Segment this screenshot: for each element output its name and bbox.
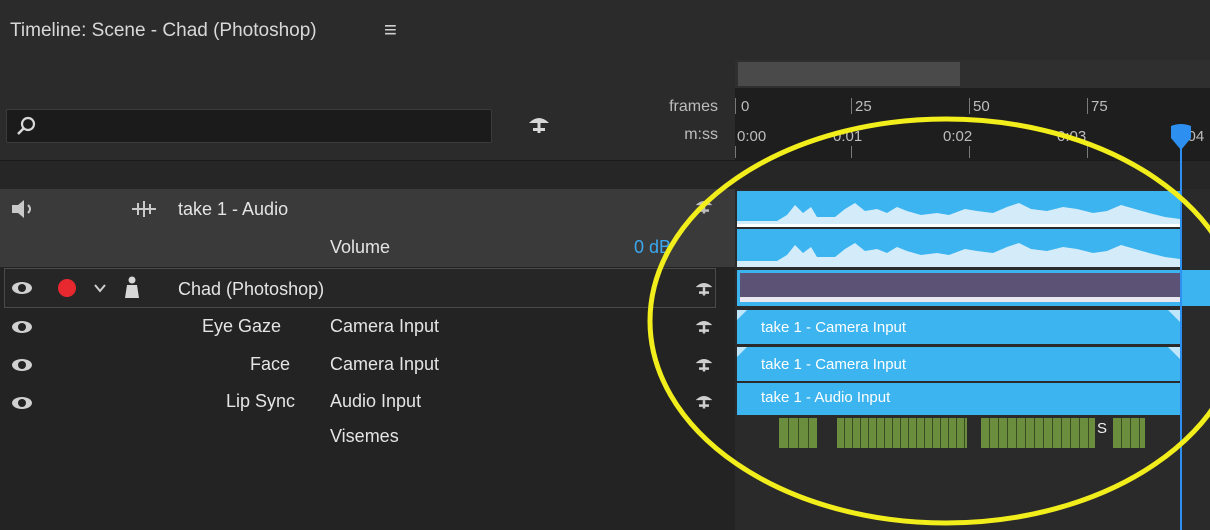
search-icon	[17, 116, 36, 135]
puppet-track-row[interactable]	[4, 268, 716, 308]
timeline-scrollbar-thumb[interactable]	[738, 62, 960, 86]
chevron-down-icon[interactable]	[92, 282, 108, 294]
search-input[interactable]	[6, 109, 492, 143]
frame-tick-line	[851, 98, 852, 114]
arm-icon[interactable]	[693, 278, 715, 298]
frame-tick-line	[1087, 98, 1088, 114]
clip-corner-right	[1168, 310, 1180, 322]
arm-icon[interactable]	[527, 112, 551, 136]
input-name-eye-gaze: Camera Input	[330, 316, 440, 336]
frame-tick-label: 50	[973, 98, 990, 115]
lip-sync-clip[interactable]: take 1 - Audio Input	[737, 383, 1180, 415]
visemes-track[interactable]: S	[735, 416, 1210, 450]
panel-menu-icon[interactable]: ≡	[384, 17, 397, 43]
viseme-letter: S	[1097, 420, 1108, 437]
audio-track-row[interactable]	[0, 189, 735, 227]
playhead-line[interactable]	[1180, 128, 1182, 530]
arm-icon[interactable]	[693, 196, 715, 216]
eye-icon[interactable]	[12, 321, 32, 333]
volume-label: Volume	[330, 237, 391, 257]
volume-clip[interactable]	[737, 229, 1180, 267]
input-name-lip-sync: Audio Input	[330, 391, 422, 411]
time-tick-label: 0:01	[833, 128, 863, 145]
eye-gaze-clip[interactable]: take 1 - Camera Input	[737, 310, 1180, 344]
viseme-block[interactable]	[837, 418, 967, 448]
behavior-name-eye-gaze: Eye Gaze	[202, 316, 282, 336]
frame-tick-label: 25	[855, 98, 872, 115]
audio-track-icon	[132, 201, 156, 217]
frames-label: frames	[669, 98, 718, 115]
arm-icon[interactable]	[693, 316, 715, 336]
playhead-handle[interactable]	[1170, 124, 1192, 152]
arm-icon[interactable]	[693, 391, 715, 411]
volume-value[interactable]: 0 dB	[634, 237, 671, 258]
audio-clip[interactable]	[737, 191, 1180, 227]
face-clip-label: take 1 - Camera Input	[761, 356, 907, 373]
arm-icon[interactable]	[693, 354, 715, 374]
time-tick-line	[851, 146, 852, 158]
frame-tick-label: 0	[741, 98, 750, 115]
audio-track-name: take 1 - Audio	[178, 199, 289, 219]
visemes-label: Visemes	[330, 426, 399, 446]
time-ruler[interactable]: 0 25 50 75 0:00 0:01 0:02 0:03 0:04	[735, 88, 1210, 160]
face-clip[interactable]: take 1 - Camera Input	[737, 347, 1180, 381]
panel-title: Timeline: Scene - Chad (Photoshop)	[10, 20, 317, 41]
clip-corner-left	[737, 310, 747, 320]
clip-corner-right	[1168, 347, 1180, 359]
behavior-name-lip-sync: Lip Sync	[226, 391, 296, 411]
time-tick-line	[1087, 146, 1088, 158]
time-tick-label: 0:03	[1057, 128, 1087, 145]
viseme-block[interactable]	[779, 418, 817, 448]
puppet-clip-underline	[740, 297, 1180, 302]
time-tick-line	[969, 146, 970, 158]
frame-tick-line	[969, 98, 970, 114]
timeline-spacer-row	[0, 160, 1210, 189]
time-tick-line	[735, 146, 736, 158]
eye-icon[interactable]	[12, 359, 32, 371]
volume-waveform	[737, 243, 1180, 267]
input-name-face: Camera Input	[330, 354, 440, 374]
time-tick-label: 0:00	[737, 128, 767, 145]
mss-label: m:ss	[684, 126, 718, 143]
puppet-icon	[125, 276, 139, 298]
frame-tick-label: 75	[1091, 98, 1108, 115]
viseme-block[interactable]	[1113, 418, 1145, 448]
puppet-clip-bar	[740, 273, 1180, 297]
viseme-block[interactable]	[981, 418, 1095, 448]
record-dot-icon[interactable]	[58, 279, 76, 297]
clip-corner-left	[737, 347, 747, 357]
eye-icon[interactable]	[12, 282, 32, 294]
puppet-name: Chad (Photoshop)	[178, 279, 325, 299]
audio-waveform	[737, 203, 1180, 227]
lip-sync-clip-label: take 1 - Audio Input	[761, 389, 891, 406]
eye-gaze-clip-label: take 1 - Camera Input	[761, 319, 907, 336]
behavior-name-face: Face	[250, 354, 291, 374]
speaker-icon[interactable]	[10, 198, 38, 220]
puppet-clip[interactable]	[737, 270, 1210, 306]
eye-icon[interactable]	[12, 397, 32, 409]
time-tick-label: 0:02	[943, 128, 973, 145]
frame-tick-line	[735, 98, 736, 114]
